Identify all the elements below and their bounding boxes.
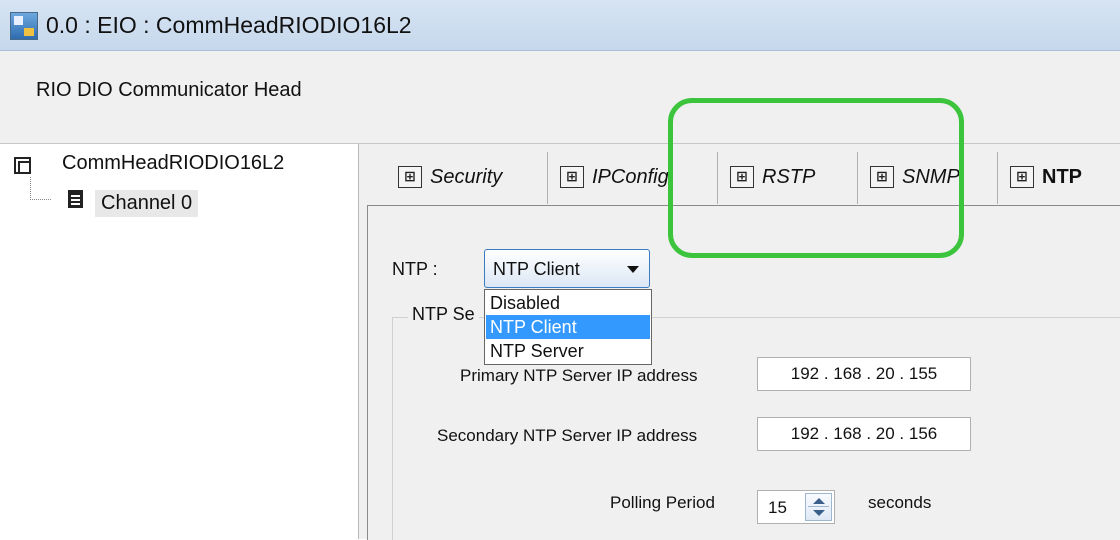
dropdown-option-ntp-server[interactable]: NTP Server <box>486 339 650 363</box>
module-tab-icon: ⊞ <box>1010 166 1034 188</box>
tab-snmp[interactable]: ⊞ SNMP <box>858 152 998 204</box>
module-icon <box>14 157 31 174</box>
tree-connector <box>30 177 51 200</box>
title-bar: 0.0 : EIO : CommHeadRIODIO16L2 <box>0 0 1120 51</box>
secondary-ip-label: Secondary NTP Server IP address <box>437 426 698 445</box>
spin-down-icon[interactable] <box>813 510 825 516</box>
device-header: RIO DIO Communicator Head <box>0 51 1120 144</box>
device-description: RIO DIO Communicator Head <box>36 79 302 101</box>
polling-period-stepper[interactable]: 15 <box>757 490 835 524</box>
spin-up-icon[interactable] <box>813 498 825 504</box>
ntp-mode-select[interactable]: NTP Client <box>484 249 650 288</box>
tree-item-channel-0[interactable]: Channel 0 <box>95 190 199 217</box>
window-title: 0.0 : EIO : CommHeadRIODIO16L2 <box>46 12 412 38</box>
dropdown-option-ntp-client[interactable]: NTP Client <box>486 315 650 339</box>
module-tab-icon: ⊞ <box>560 166 584 188</box>
document-icon <box>68 190 83 208</box>
polling-period-value: 15 <box>768 498 787 517</box>
tab-ipconfig[interactable]: ⊞ IPConfig <box>548 152 718 204</box>
polling-unit-label: seconds <box>868 493 932 512</box>
spinner-buttons[interactable] <box>805 493 832 521</box>
module-tab-icon: ⊞ <box>870 166 894 188</box>
chevron-down-icon <box>627 266 639 273</box>
tab-label: Security <box>430 166 503 188</box>
tab-security[interactable]: ⊞ Security <box>386 152 548 204</box>
tab-label: RSTP <box>762 166 816 188</box>
primary-ip-label: Primary NTP Server IP address <box>460 366 698 385</box>
tab-rstp[interactable]: ⊞ RSTP <box>718 152 858 204</box>
tab-ntp[interactable]: ⊞ NTP <box>998 152 1120 204</box>
group-legend: NTP Se <box>408 304 479 325</box>
primary-ip-input[interactable]: 192 . 168 . 20 . 155 <box>757 357 971 391</box>
tab-strip: ⊞ Security ⊞ IPConfig ⊞ RSTP ⊞ SNMP ⊞ NT… <box>386 152 1120 206</box>
tab-label: IPConfig <box>592 166 669 188</box>
tree-item-root[interactable]: CommHeadRIODIO16L2 <box>62 152 284 175</box>
dropdown-option-disabled[interactable]: Disabled <box>486 291 650 315</box>
module-tab-icon: ⊞ <box>398 166 422 188</box>
spinner-divider <box>808 506 829 507</box>
ntp-mode-value: NTP Client <box>493 259 580 279</box>
polling-period-label: Polling Period <box>610 493 715 512</box>
ntp-mode-dropdown: Disabled NTP Client NTP Server <box>484 289 652 365</box>
module-tab-icon: ⊞ <box>730 166 754 188</box>
tab-label: NTP <box>1042 166 1082 188</box>
tab-label: SNMP <box>902 166 960 188</box>
app-icon <box>10 12 38 40</box>
ntp-label: NTP : <box>392 259 438 279</box>
secondary-ip-input[interactable]: 192 . 168 . 20 . 156 <box>757 417 971 451</box>
